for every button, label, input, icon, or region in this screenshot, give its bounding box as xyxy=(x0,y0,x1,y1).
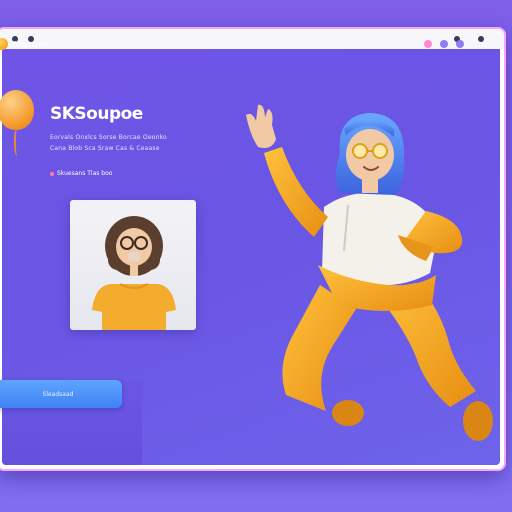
pager-dot-1[interactable] xyxy=(424,40,432,48)
hero-title: SKSoupoe xyxy=(50,104,143,124)
window-control-dot[interactable] xyxy=(478,36,484,42)
preview-card[interactable] xyxy=(70,200,196,330)
brand-logo-icon xyxy=(0,38,8,50)
balloon-icon xyxy=(0,90,34,130)
hero-description-line: Eorvals Onxlcs Sorse Borcae Oeonko xyxy=(50,134,167,141)
hero-description-line: Cana Blob Sca Sraw Cas & Ceaase xyxy=(50,145,160,152)
avatar-illustration xyxy=(92,216,176,330)
pager-dot-2[interactable] xyxy=(440,40,448,48)
balloon-string xyxy=(14,128,22,156)
brand-name: Scouprdo xyxy=(12,39,49,49)
cta-button[interactable]: Sleadsaad xyxy=(0,380,122,408)
slide-pager xyxy=(424,40,464,48)
hero-character-illustration xyxy=(246,104,493,441)
hero-link[interactable]: Skuesans Tlas boo xyxy=(50,170,112,177)
brand[interactable]: Scouprdo xyxy=(0,38,48,50)
pager-dot-3[interactable] xyxy=(456,40,464,48)
